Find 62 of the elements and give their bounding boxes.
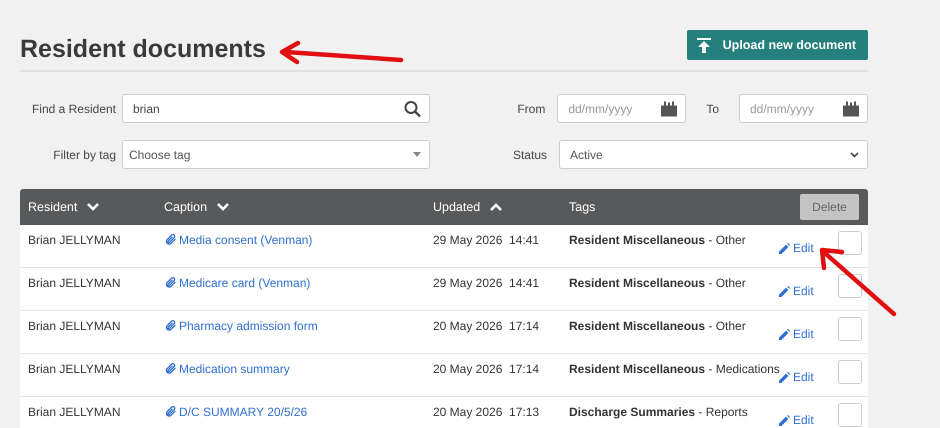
row-checkbox[interactable] bbox=[838, 360, 862, 384]
tags-cell-text: Resident Miscellaneous - Other bbox=[569, 232, 747, 249]
updated-cell-text: 29 May 2026 14:41 bbox=[433, 275, 540, 292]
column-header[interactable]: Caption bbox=[164, 200, 433, 214]
chevron-down-icon bbox=[850, 152, 859, 158]
calendar-icon[interactable] bbox=[661, 101, 678, 116]
field-label: Status bbox=[512, 148, 547, 162]
caption-link[interactable]: Media consent (Venman) bbox=[164, 225, 433, 247]
tag-select[interactable]: Choose tag bbox=[122, 140, 430, 169]
search-icon[interactable] bbox=[404, 100, 421, 117]
page-title: Resident documents bbox=[20, 35, 266, 64]
edit-link[interactable]: Edit bbox=[779, 370, 814, 384]
updated-cell-text: 20 May 2026 17:13 bbox=[433, 404, 540, 421]
status-select[interactable]: Active bbox=[559, 140, 868, 169]
pencil-icon bbox=[779, 328, 790, 340]
date-field[interactable]: dd/mm/yyyy bbox=[739, 94, 868, 123]
row-checkbox[interactable] bbox=[838, 317, 862, 341]
paperclip-icon bbox=[164, 233, 177, 246]
caption-link[interactable]: Pharmacy admission form bbox=[164, 311, 433, 333]
paperclip-icon bbox=[164, 362, 177, 375]
date-field[interactable]: dd/mm/yyyy bbox=[557, 94, 686, 123]
field-label: To bbox=[706, 102, 719, 116]
updated-cell-text: 20 May 2026 17:14 bbox=[433, 318, 540, 335]
resident-cell-text: Brian JELLYMAN bbox=[28, 404, 122, 421]
updated-cell-text: 29 May 2026 14:41 bbox=[433, 232, 540, 249]
edit-link[interactable]: Edit bbox=[779, 413, 814, 427]
resident-cell-text: Brian JELLYMAN bbox=[28, 232, 122, 249]
edit-link[interactable]: Edit bbox=[779, 241, 814, 255]
caret-icon bbox=[413, 152, 421, 157]
paperclip-icon bbox=[164, 405, 177, 418]
paperclip-icon bbox=[164, 276, 177, 289]
edit-link[interactable]: Edit bbox=[779, 327, 814, 341]
pencil-icon bbox=[779, 286, 790, 296]
tags-cell-text: Discharge Summaries - Reports bbox=[569, 404, 749, 421]
edit-link[interactable]: Edit bbox=[779, 284, 814, 298]
pencil-icon bbox=[779, 414, 790, 426]
resident-cell-text: Brian JELLYMAN bbox=[28, 318, 122, 335]
field-label: Find a Resident bbox=[30, 102, 116, 116]
delete-button[interactable]: Delete bbox=[800, 194, 859, 220]
caption-link[interactable]: Medication summary bbox=[164, 354, 433, 376]
column-header[interactable]: Updated bbox=[433, 200, 569, 214]
caption-link[interactable]: Medicare card (Venman) bbox=[164, 268, 433, 290]
column-header: Tags bbox=[569, 200, 596, 214]
tags-cell-text: Resident Miscellaneous - Other bbox=[569, 275, 747, 292]
upload-icon bbox=[696, 38, 711, 52]
upload-button[interactable]: Upload new document bbox=[686, 30, 868, 60]
calendar-icon[interactable] bbox=[843, 101, 859, 116]
updated-cell-text: 20 May 2026 17:14 bbox=[433, 361, 540, 378]
tags-cell-text: Resident Miscellaneous - Medications bbox=[569, 361, 779, 378]
pencil-icon bbox=[779, 372, 790, 382]
row-checkbox[interactable] bbox=[838, 231, 862, 255]
search-field[interactable]: brian bbox=[122, 94, 430, 123]
tags-cell-text: Resident Miscellaneous - Other bbox=[569, 318, 747, 335]
caption-link[interactable]: D/C SUMMARY 20/5/26 bbox=[164, 397, 433, 419]
column-header[interactable]: Resident bbox=[28, 200, 164, 214]
row-checkbox[interactable] bbox=[838, 403, 862, 427]
field-label: Filter by tag bbox=[52, 148, 116, 162]
paperclip-icon bbox=[164, 319, 177, 332]
resident-cell-text: Brian JELLYMAN bbox=[28, 275, 122, 292]
resident-cell-text: Brian JELLYMAN bbox=[28, 361, 122, 378]
field-label: From bbox=[517, 102, 546, 116]
pencil-icon bbox=[779, 242, 790, 254]
